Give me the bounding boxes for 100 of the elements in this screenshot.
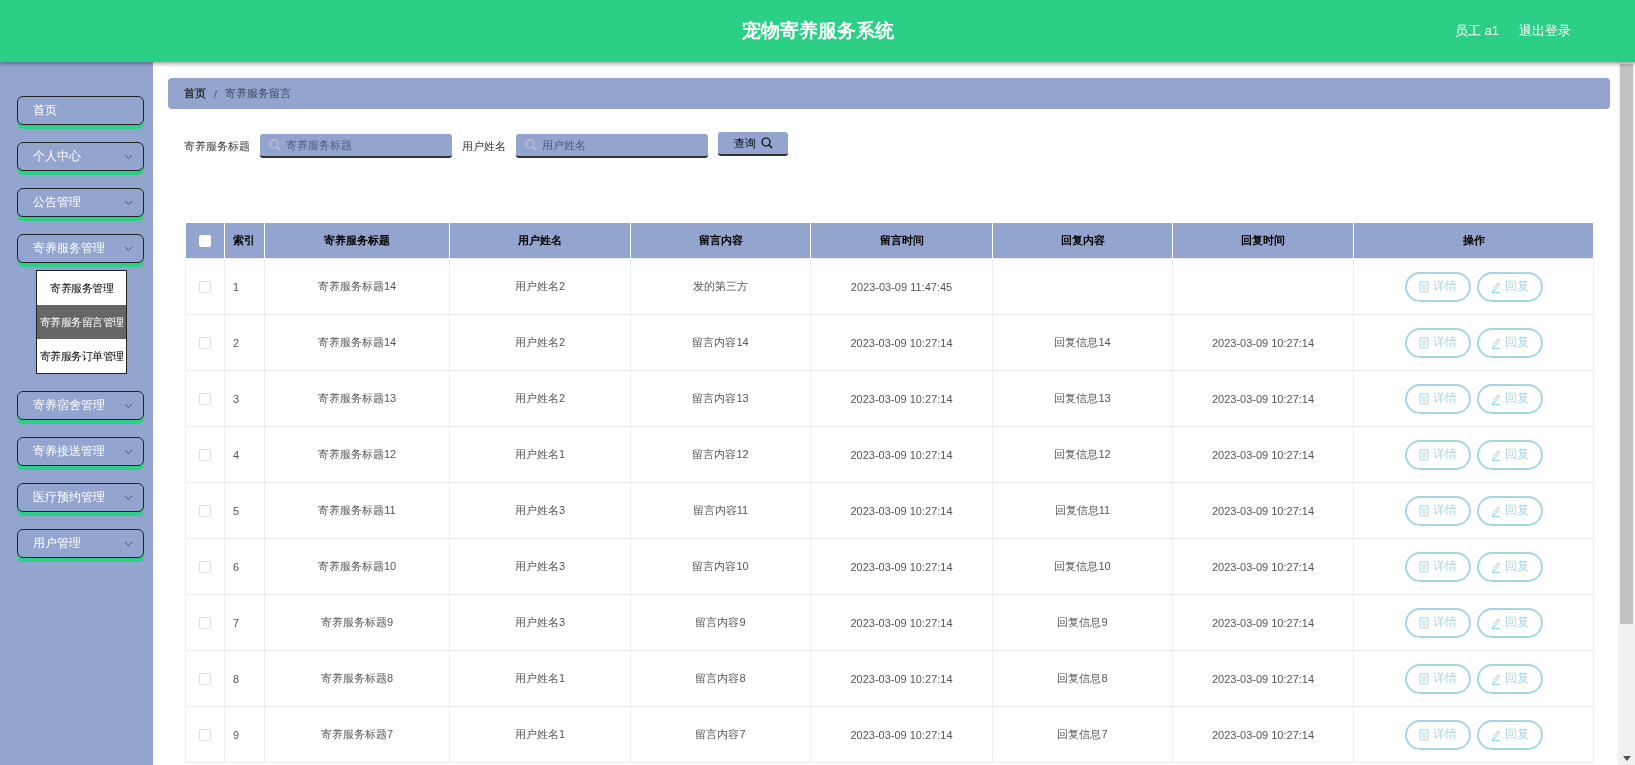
details-button[interactable]: 详情	[1404, 663, 1471, 694]
table-cell: 2023-03-09 11:47:45	[810, 258, 993, 315]
row-checkbox[interactable]	[199, 281, 211, 294]
table-cell: 用户姓名1	[449, 706, 631, 763]
pencil-icon	[1490, 560, 1501, 573]
reply-button[interactable]: 回复	[1476, 719, 1543, 750]
table-cell: 寄养服务标题8	[264, 650, 450, 707]
table-cell: 回复信息10	[992, 538, 1173, 595]
row-checkbox[interactable]	[199, 449, 211, 462]
table-cell: 寄养服务标题9	[264, 594, 450, 651]
table-cell: 2	[224, 314, 265, 371]
document-icon	[1418, 504, 1429, 517]
details-button[interactable]: 详情	[1404, 271, 1471, 302]
pencil-icon	[1490, 728, 1501, 741]
table-cell: 用户姓名2	[449, 370, 631, 427]
search-field[interactable]: 寄养服务标题	[286, 139, 443, 151]
details-button[interactable]: 详情	[1404, 383, 1471, 414]
table-cell: 用户姓名3	[449, 594, 631, 651]
table-cell: 2023-03-09 10:27:14	[1172, 650, 1354, 707]
table-cell: 用户姓名3	[449, 482, 631, 539]
row-checkbox[interactable]	[199, 729, 211, 742]
reply-button[interactable]: 回复	[1476, 663, 1543, 694]
reply-button[interactable]: 回复	[1476, 383, 1543, 414]
column-header: 留言时间	[810, 223, 993, 259]
table-cell: 寄养服务标题12	[264, 426, 450, 483]
table-cell: 2023-03-09 10:27:14	[1172, 538, 1354, 595]
table-cell: 6	[224, 538, 265, 595]
breadcrumb-link[interactable]: 首页	[184, 86, 206, 101]
reply-button[interactable]: 回复	[1476, 607, 1543, 638]
table-cell: 寄养服务标题10	[264, 538, 450, 595]
select-all-checkbox[interactable]	[199, 235, 211, 248]
chevron-down-icon	[124, 153, 133, 160]
document-icon	[1418, 392, 1429, 405]
row-checkbox[interactable]	[199, 393, 211, 406]
reply-button[interactable]: 回复	[1476, 327, 1543, 358]
reply-button[interactable]: 回复	[1476, 271, 1543, 302]
column-header: 索引	[224, 223, 265, 259]
table-cell: 7	[224, 594, 265, 651]
row-checkbox[interactable]	[199, 505, 211, 518]
chevron-down-icon	[124, 402, 133, 409]
chevron-down-icon	[124, 245, 133, 252]
table-cell: 2023-03-09 10:27:14	[1172, 594, 1354, 651]
pencil-icon	[1490, 336, 1501, 349]
details-button[interactable]: 详情	[1404, 327, 1471, 358]
details-button[interactable]: 详情	[1404, 551, 1471, 582]
document-icon	[1418, 280, 1429, 293]
search-box[interactable]: 用户姓名	[516, 134, 708, 158]
pencil-icon	[1490, 504, 1501, 517]
chevron-down-icon	[124, 199, 133, 206]
column-header: 操作	[1353, 223, 1594, 259]
table-cell: 9	[224, 706, 265, 763]
search-icon	[760, 137, 773, 149]
details-button[interactable]: 详情	[1404, 439, 1471, 470]
details-button[interactable]: 详情	[1404, 719, 1471, 750]
column-header: 回复内容	[992, 223, 1173, 259]
table-cell: 留言内容12	[630, 426, 811, 483]
table-cell: 回复信息12	[992, 426, 1173, 483]
table-cell: 2023-03-09 10:27:14	[810, 650, 993, 707]
table-cell: 寄养服务标题7	[264, 706, 450, 763]
details-button[interactable]: 详情	[1404, 607, 1471, 638]
breadcrumb-separator: /	[214, 87, 218, 100]
search-icon	[269, 139, 281, 151]
table-cell: 留言内容11	[630, 482, 811, 539]
row-checkbox[interactable]	[199, 561, 211, 574]
row-checkbox[interactable]	[199, 337, 211, 350]
table-cell: 2023-03-09 10:27:14	[1172, 426, 1354, 483]
reply-button[interactable]: 回复	[1476, 551, 1543, 582]
table-cell: 2023-03-09 10:27:14	[1172, 706, 1354, 763]
pencil-icon	[1490, 448, 1501, 461]
submenu-item[interactable]: 寄养服务留言管理	[37, 305, 126, 339]
column-header: 寄养服务标题	[264, 223, 450, 259]
table-cell: 用户姓名1	[449, 426, 631, 483]
table-cell: 回复信息8	[992, 650, 1173, 707]
document-icon	[1418, 728, 1429, 741]
column-header: 回复时间	[1172, 223, 1354, 259]
row-checkbox[interactable]	[199, 673, 211, 686]
table-cell: 用户姓名1	[449, 650, 631, 707]
search-box[interactable]: 寄养服务标题	[260, 134, 452, 158]
table-cell: 寄养服务标题13	[264, 370, 450, 427]
table-cell: 2023-03-09 10:27:14	[810, 594, 993, 651]
reply-button[interactable]: 回复	[1476, 439, 1543, 470]
row-checkbox[interactable]	[199, 617, 211, 630]
table-cell: 寄养服务标题14	[264, 258, 450, 315]
search-field[interactable]: 用户姓名	[542, 139, 699, 151]
table-cell: 4	[224, 426, 265, 483]
document-icon	[1418, 560, 1429, 573]
chevron-down-icon	[124, 494, 133, 501]
scroll-down-arrow-icon	[1622, 755, 1631, 761]
logout-link[interactable]: 退出登录	[1519, 22, 1571, 40]
breadcrumb-current: 寄养服务留言	[225, 86, 292, 101]
search-button[interactable]: 查询	[718, 132, 788, 156]
table-cell: 5	[224, 482, 265, 539]
column-header: 用户姓名	[449, 223, 631, 259]
table-cell: 回复信息11	[992, 482, 1173, 539]
search-icon	[525, 139, 537, 151]
details-button[interactable]: 详情	[1404, 495, 1471, 526]
reply-button[interactable]: 回复	[1476, 495, 1543, 526]
scrollbar-thumb[interactable]	[1620, 64, 1633, 624]
pencil-icon	[1490, 392, 1501, 405]
document-icon	[1418, 448, 1429, 461]
